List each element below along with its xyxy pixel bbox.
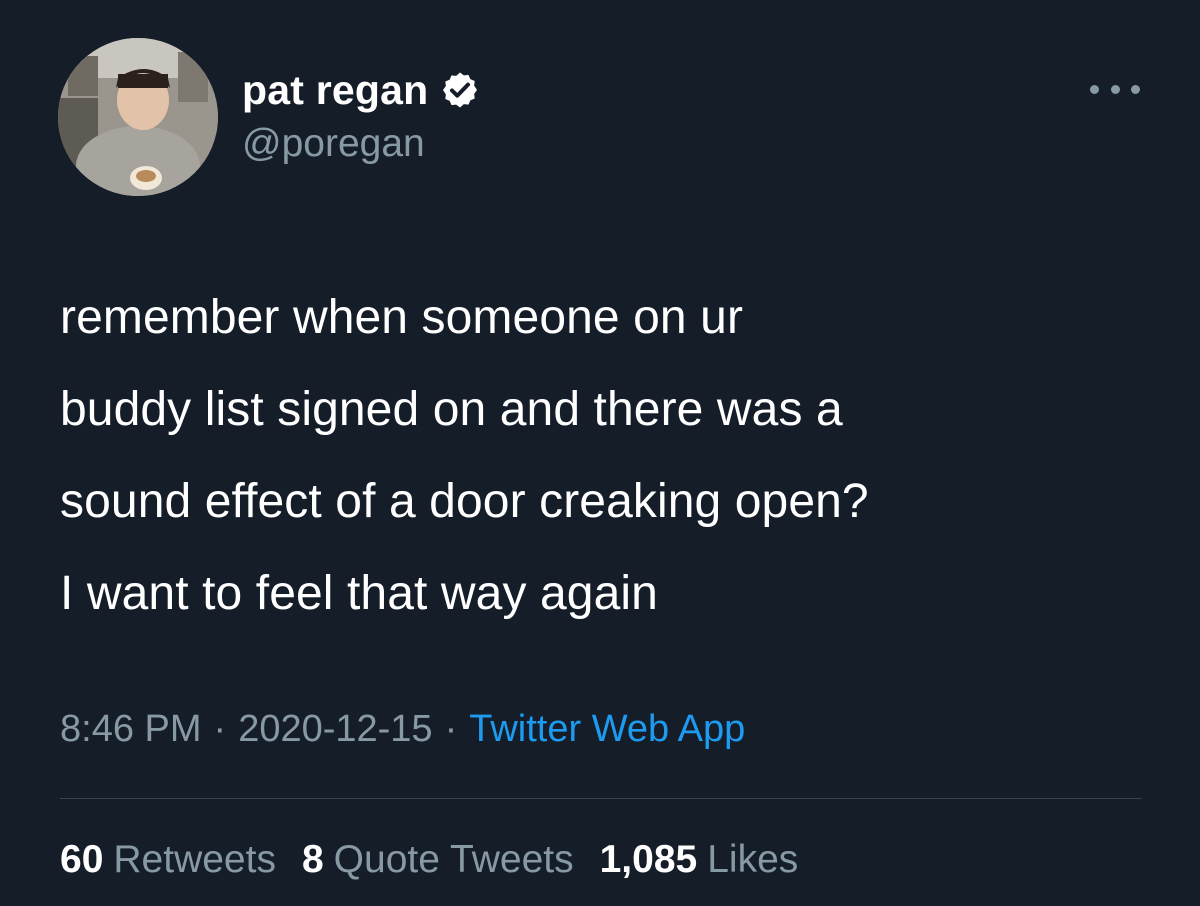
retweets-count: 60 <box>60 838 104 881</box>
tweet-time[interactable]: 8:46 PM <box>60 708 202 750</box>
tweet-date[interactable]: 2020-12-15 <box>238 708 432 750</box>
quote-tweets-label: Quote Tweets <box>333 838 574 881</box>
tweet-card: pat regan @poregan remember when someone… <box>0 0 1200 906</box>
meta-separator: · <box>213 708 227 750</box>
retweets-stat[interactable]: 60 Retweets <box>60 838 276 882</box>
avatar[interactable] <box>58 38 218 196</box>
more-options-button[interactable] <box>1090 74 1140 104</box>
dot-icon <box>1090 84 1099 94</box>
display-name-row: pat regan <box>242 64 480 116</box>
tweet-text-line: buddy list signed on and there was a <box>60 383 843 436</box>
tweet-source-link[interactable]: Twitter Web App <box>469 708 745 750</box>
tweet-text: remember when someone on ur buddy list s… <box>60 272 1160 640</box>
tweet-text-line: sound effect of a door creaking open? <box>60 475 869 528</box>
meta-separator: · <box>444 708 458 750</box>
quote-tweets-count: 8 <box>301 838 324 881</box>
divider <box>60 798 1142 799</box>
verified-badge-icon <box>440 70 480 110</box>
tweet-stats: 60 Retweets 8 Quote Tweets 1,085 Likes <box>60 838 824 882</box>
tweet-meta: 8:46 PM · 2020-12-15 · Twitter Web App <box>60 708 745 751</box>
tweet-text-line: I want to feel that way again <box>60 567 658 620</box>
dot-icon <box>1110 84 1120 94</box>
user-handle[interactable]: @poregan <box>242 122 425 166</box>
likes-count: 1,085 <box>599 838 698 881</box>
retweets-label: Retweets <box>113 838 276 881</box>
tweet-text-line: remember when someone on ur <box>60 291 744 344</box>
likes-label: Likes <box>707 838 799 881</box>
dot-icon <box>1131 84 1140 94</box>
quote-tweets-stat[interactable]: 8 Quote Tweets <box>302 838 574 882</box>
avatar-photo <box>58 38 218 196</box>
display-name[interactable]: pat regan <box>242 67 428 114</box>
likes-stat[interactable]: 1,085 Likes <box>600 838 799 882</box>
